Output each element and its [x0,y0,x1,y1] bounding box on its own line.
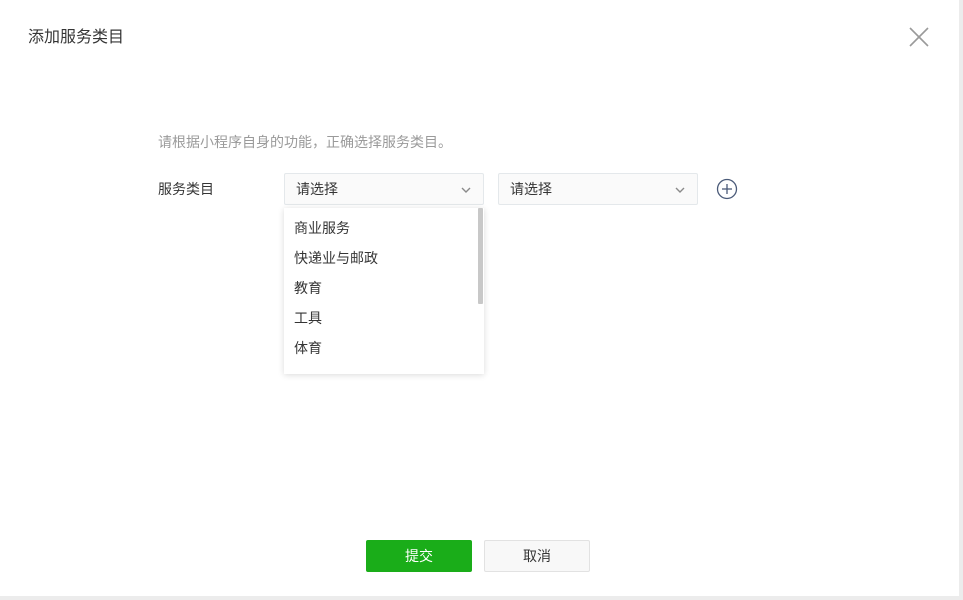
primary-category-select-value: 请选择 [296,182,338,198]
service-category-label: 服务类目 [158,182,214,198]
category-dropdown: 商业服务 快递业与邮政 教育 工具 体育 [284,208,484,374]
dropdown-option[interactable]: 体育 [284,334,484,364]
add-service-category-dialog: 添加服务类目 请根据小程序自身的功能，正确选择服务类目。 服务类目 请选择 请选… [0,0,959,596]
add-category-button[interactable] [716,178,738,200]
dropdown-option[interactable]: 快递业与邮政 [284,244,484,274]
dialog-title: 添加服务类目 [28,27,125,46]
dropdown-option[interactable]: 商业服务 [284,214,484,244]
primary-category-select[interactable]: 请选择 [284,173,484,205]
category-dropdown-list: 商业服务 快递业与邮政 教育 工具 体育 [284,208,484,364]
dropdown-option[interactable]: 教育 [284,274,484,304]
dropdown-option[interactable]: 工具 [284,304,484,334]
chevron-down-icon [673,183,687,197]
form-hint: 请根据小程序自身的功能，正确选择服务类目。 [158,135,452,151]
secondary-category-select-value: 请选择 [510,182,552,198]
dropdown-scrollbar[interactable] [478,208,483,304]
secondary-category-select[interactable]: 请选择 [498,173,698,205]
close-icon [906,24,932,50]
plus-circle-icon [716,178,738,200]
close-button[interactable] [906,24,932,50]
cancel-button[interactable]: 取消 [484,540,590,572]
submit-button[interactable]: 提交 [366,540,472,572]
chevron-down-icon [459,183,473,197]
